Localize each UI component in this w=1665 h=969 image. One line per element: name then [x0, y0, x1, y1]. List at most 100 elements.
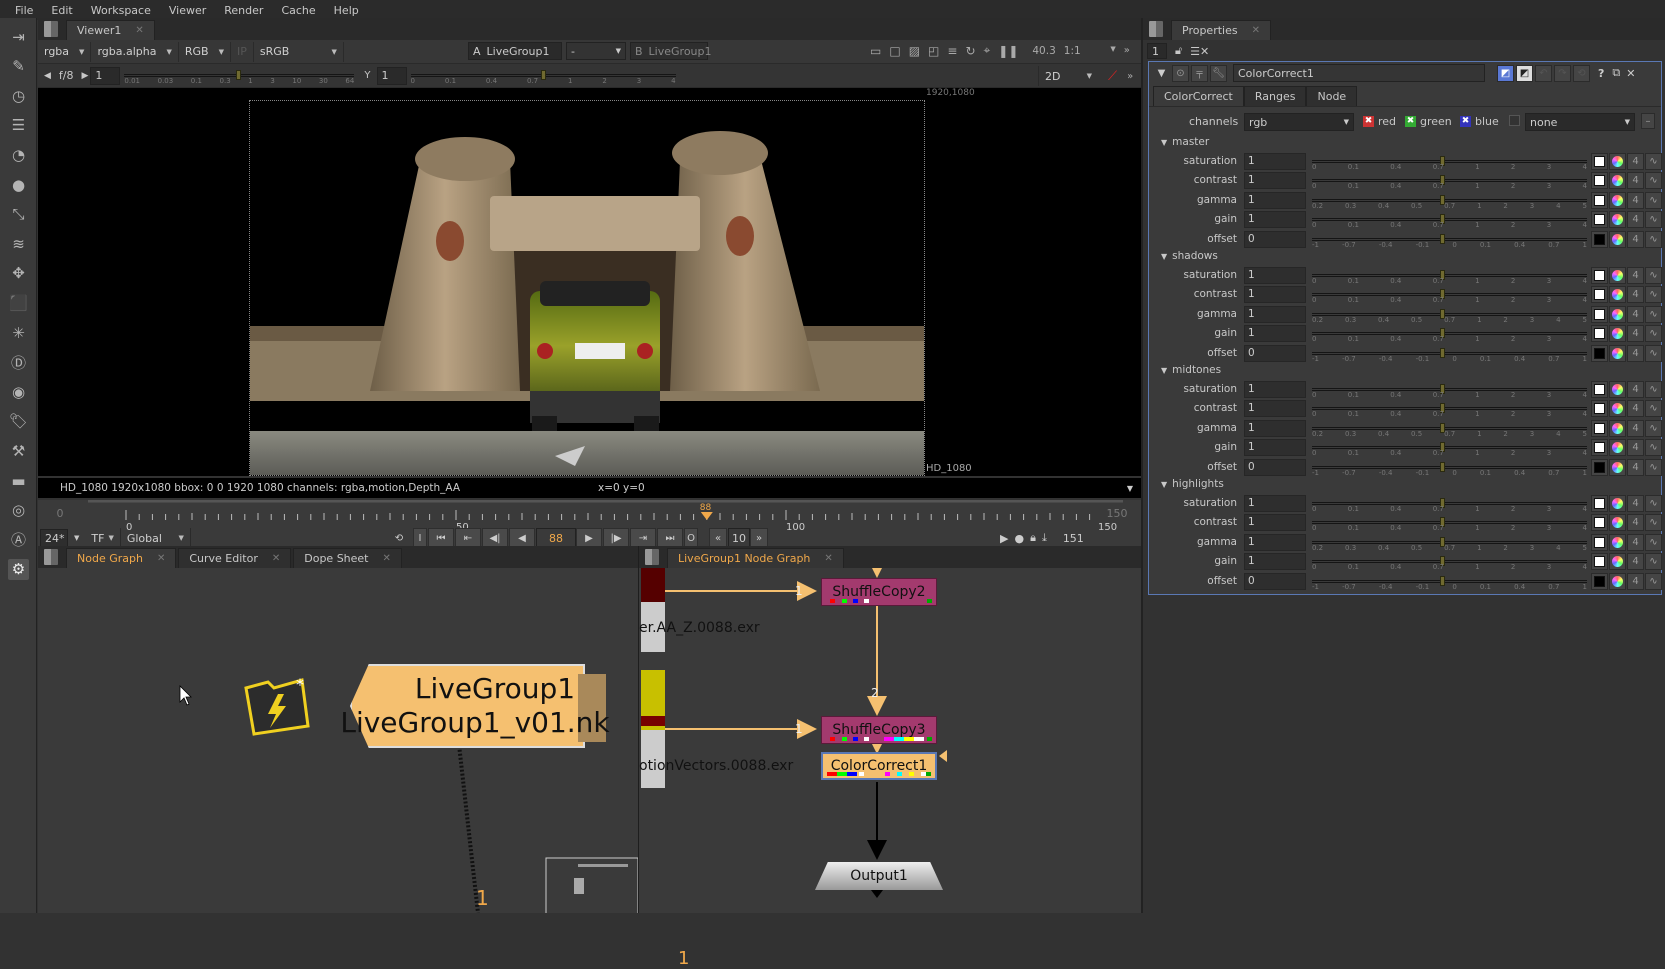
- color-wheel-icon[interactable]: [1609, 191, 1626, 209]
- animation-curve-icon[interactable]: ∿: [1645, 230, 1662, 248]
- merge-icon[interactable]: ≋: [8, 233, 29, 254]
- color-swatch-button[interactable]: [1591, 211, 1608, 229]
- group-highlights[interactable]: ▼ highlights: [1161, 478, 1224, 490]
- ocula-icon[interactable]: Ⓐ: [8, 529, 29, 550]
- close-icon[interactable]: ✕: [157, 553, 165, 564]
- color-wheel-icon[interactable]: [1609, 172, 1626, 190]
- color-swatch-button[interactable]: [1591, 381, 1608, 398]
- first-frame-icon[interactable]: ⏮: [428, 528, 454, 548]
- image-icon[interactable]: ⇥: [8, 26, 29, 47]
- gain-slider[interactable]: 0.01 0.03 0.1 0.3 1 3 10 30 64: [124, 67, 355, 85]
- knob-slider[interactable]: 0 0.1 0.4 0.7 1 2 3 4: [1312, 514, 1587, 532]
- knob-value-field[interactable]: 1: [1244, 381, 1306, 398]
- extra-channel-checkbox[interactable]: [1509, 115, 1520, 126]
- knob-slider[interactable]: 0.2 0.3 0.4 0.5 0.7 1 2 3 4 5: [1312, 420, 1587, 438]
- color-icon[interactable]: ◔: [8, 144, 29, 165]
- capture-icon[interactable]: ⤓: [1042, 531, 1047, 545]
- out-point-field[interactable]: 150: [1098, 504, 1136, 522]
- close-icon[interactable]: ✕: [135, 25, 143, 36]
- out-point-icon[interactable]: O: [684, 528, 698, 548]
- color-wheel-icon[interactable]: [1609, 153, 1626, 170]
- prev-frame-icon[interactable]: ◀|: [482, 528, 508, 548]
- collapse-icon[interactable]: ▼: [1161, 138, 1167, 147]
- channel-split-button[interactable]: 4: [1627, 572, 1644, 590]
- tab-ranges[interactable]: Ranges: [1243, 86, 1307, 106]
- knob-slider[interactable]: 0 0.1 0.4 0.7 1 2 3 4: [1312, 211, 1587, 229]
- knob-slider[interactable]: 0 0.1 0.4 0.7 1 2 3 4: [1312, 400, 1587, 418]
- knob-slider[interactable]: 0.2 0.3 0.4 0.5 0.7 1 2 3 4 5: [1312, 306, 1587, 324]
- knob-slider[interactable]: 0 0.1 0.4 0.7 1 2 3 4: [1312, 381, 1587, 399]
- frame-icon[interactable]: □: [889, 44, 900, 58]
- in-point-field[interactable]: 0: [40, 504, 80, 522]
- paint-icon[interactable]: ⟋: [1108, 69, 1117, 84]
- knob-slider[interactable]: 0 0.1 0.4 0.7 1 2 3 4: [1312, 267, 1587, 285]
- animation-curve-icon[interactable]: ∿: [1645, 172, 1662, 190]
- channel-split-button[interactable]: 4: [1627, 458, 1644, 476]
- menu-render[interactable]: Render: [215, 4, 272, 17]
- animation-curve-icon[interactable]: ∿: [1645, 286, 1662, 304]
- colorcorrect1-node[interactable]: ColorCorrect1: [821, 752, 937, 780]
- color-wheel-icon[interactable]: [1609, 344, 1626, 362]
- lines-icon[interactable]: ≡: [947, 44, 957, 58]
- knob-value-field[interactable]: 1: [1244, 191, 1306, 209]
- knob-value-field[interactable]: 1: [1244, 533, 1306, 551]
- play-forward-icon[interactable]: ▶: [576, 528, 602, 548]
- collapse-icon[interactable]: ▼: [1153, 65, 1170, 82]
- color-wheel-icon[interactable]: [1609, 325, 1626, 343]
- channel-split-button[interactable]: 4: [1627, 495, 1644, 512]
- output1-node[interactable]: Output1: [815, 862, 943, 890]
- animation-curve-icon[interactable]: ∿: [1645, 419, 1662, 437]
- color-swatch-button[interactable]: [1591, 172, 1608, 190]
- color-wheel-icon[interactable]: [1609, 514, 1626, 532]
- channel-split-button[interactable]: 4: [1627, 533, 1644, 551]
- knob-value-field[interactable]: 1: [1244, 286, 1306, 304]
- knob-value-field[interactable]: 1: [1244, 514, 1306, 532]
- knob-slider[interactable]: 0 0.1 0.4 0.7 1 2 3 4: [1312, 153, 1587, 171]
- close-icon[interactable]: ✕: [272, 553, 280, 564]
- pane-menu-grip[interactable]: [44, 21, 58, 37]
- channel-split-button[interactable]: 4: [1627, 211, 1644, 229]
- play-backward-icon[interactable]: ◀: [509, 528, 535, 548]
- channel-split-button[interactable]: 4: [1627, 553, 1644, 571]
- furnace-icon[interactable]: ◎: [8, 500, 29, 521]
- wrench-icon[interactable]: 🔧︎: [1210, 64, 1227, 82]
- undo-icon[interactable]: ↶: [1535, 64, 1552, 82]
- prev-keyframe-icon[interactable]: ⇤: [455, 528, 481, 548]
- knob-value-field[interactable]: 1: [1244, 419, 1306, 437]
- animation-curve-icon[interactable]: ∿: [1645, 400, 1662, 418]
- color-swatch-button[interactable]: [1591, 458, 1608, 476]
- skip-forward-icon[interactable]: »: [750, 528, 768, 548]
- menu-help[interactable]: Help: [325, 4, 368, 17]
- wipe-mode-dropdown[interactable]: - ▼: [566, 42, 626, 60]
- channel-split-button[interactable]: 4: [1627, 191, 1644, 209]
- keyer-icon[interactable]: ⤡: [8, 204, 29, 225]
- menu-cache[interactable]: Cache: [272, 4, 324, 17]
- ratio-dropdown[interactable]: 1:1 ▼: [1064, 45, 1116, 57]
- knob-value-field[interactable]: 1: [1244, 553, 1306, 571]
- gamma-slider[interactable]: 0 0.1 0.4 0.7 1 2 3 4: [410, 67, 676, 85]
- channel-split-button[interactable]: 4: [1627, 286, 1644, 304]
- color-swatch-button[interactable]: [1591, 305, 1608, 323]
- knob-slider[interactable]: 0 0.1 0.4 0.7 1 2 3 4: [1312, 553, 1587, 571]
- menu-edit[interactable]: Edit: [42, 4, 81, 17]
- channel-split-button[interactable]: 4: [1627, 305, 1644, 323]
- color-swatch-button[interactable]: [1591, 230, 1608, 248]
- in-out-icon[interactable]: I: [413, 528, 427, 548]
- knob-value-field[interactable]: 0: [1244, 344, 1306, 362]
- lut-dropdown[interactable]: sRGB ▼: [254, 41, 344, 62]
- skip-back-icon[interactable]: «: [709, 528, 727, 548]
- tab-viewer1[interactable]: Viewer1 ✕: [66, 20, 155, 40]
- animation-curve-icon[interactable]: ∿: [1645, 267, 1662, 284]
- knob-value-field[interactable]: 1: [1244, 400, 1306, 418]
- color-wheel-icon[interactable]: [1609, 286, 1626, 304]
- knob-value-field[interactable]: 0: [1244, 572, 1306, 590]
- lock-icon[interactable]: 🔒︎: [1030, 531, 1036, 545]
- extra-channel-dropdown[interactable]: none ▼: [1525, 113, 1635, 131]
- lock-icon[interactable]: 🔓︎: [1175, 44, 1182, 58]
- knob-value-field[interactable]: 1: [1244, 325, 1306, 343]
- livegroup-node-graph-panel[interactable]: LiveGroup1 Node Graph ✕ 1 1 2 er.AA_Z.008…: [638, 546, 1141, 913]
- gain-decrease-icon[interactable]: ◀: [44, 71, 51, 81]
- time-icon[interactable]: ◷: [8, 85, 29, 106]
- views-icon[interactable]: ◉: [8, 381, 29, 402]
- pane-menu-grip[interactable]: [645, 549, 659, 565]
